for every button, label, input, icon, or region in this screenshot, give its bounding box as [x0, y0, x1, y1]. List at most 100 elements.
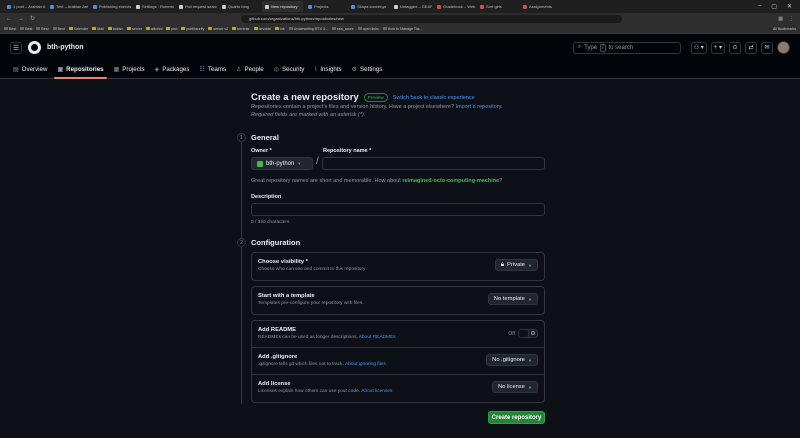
bookmark-icon [4, 27, 8, 30]
tab-label: Untagged – GEAR [400, 4, 432, 9]
section-title-general: General [251, 133, 279, 142]
bookmark-item[interactable]: open links [357, 27, 379, 31]
github-header: ☰ bth-python ⌕ Type / to search ⚇ ▾ + ▾ … [0, 34, 800, 61]
menu-icon[interactable]: ⋮ [789, 16, 794, 22]
bookmark-folder[interactable]: devolde [253, 27, 271, 31]
bookmark-folder[interactable]: Kalender [68, 27, 88, 31]
tab-security[interactable]: ◎ Security [269, 61, 310, 78]
browser-tab[interactable]: Quarto blog [219, 1, 260, 12]
bookmark-folder[interactable]: bokisx [107, 27, 123, 31]
hamburger-menu-icon[interactable]: ☰ [10, 41, 22, 54]
bookmark-item[interactable]: How to Manage Tas... [382, 27, 423, 31]
tab-overview[interactable]: ▤ Overview [8, 61, 52, 78]
readme-toggle[interactable] [518, 329, 538, 338]
tab-label: Skapa konverga [357, 4, 386, 9]
window-controls: – ▢ ✕ [758, 3, 800, 10]
bookmark-folder[interactable]: ink [275, 27, 285, 31]
settings-icon: ⚙ [351, 67, 358, 73]
browser-tab[interactable]: Gradebook – Web [434, 1, 475, 12]
bookmark-folder[interactable]: publiksurify [181, 27, 204, 31]
about-ignoring-files-link[interactable]: About ignoring files [345, 362, 386, 367]
about-licenses-link[interactable]: About licenses [361, 389, 392, 394]
tab-teams[interactable]: ☷ Teams [194, 61, 231, 78]
browser-tab[interactable]: 1 post – Arabian Ant [4, 1, 45, 12]
issues-icon[interactable]: ⊙ [729, 41, 741, 54]
minimize-icon[interactable]: – [758, 3, 761, 10]
browser-tab[interactable]: New repository [262, 1, 303, 12]
required-note: Required fields are marked with an aster… [251, 112, 366, 118]
gitignore-select[interactable]: No .gitignore ▼ [486, 354, 538, 366]
tab-people[interactable]: ♙ People [231, 61, 269, 78]
chevron-down-icon: ▼ [528, 357, 532, 363]
classic-experience-link[interactable]: Switch back to classic experience [393, 95, 475, 101]
license-select[interactable]: No license ▼ [491, 381, 538, 393]
bookmark-item[interactable]: Best [36, 27, 49, 31]
avatar[interactable] [777, 41, 790, 54]
browser-tab[interactable]: Sort girls [477, 1, 518, 12]
search-input[interactable]: ⌕ Type / to search [572, 41, 681, 54]
suggested-name[interactable]: reimagined-octo-computing-machine [402, 178, 499, 184]
extensions-icon[interactable]: ▦ [778, 16, 783, 22]
reload-icon[interactable]: ↻ [30, 15, 35, 22]
tab-settings[interactable]: ⚙ Settings [347, 61, 388, 78]
tab-projects[interactable]: ▦ Projects [109, 61, 150, 78]
owner-select[interactable]: bth-python ▼ [251, 157, 313, 170]
tab-label: Test – Arabian Ant [56, 4, 88, 9]
browser-tab[interactable]: Test – Arabian Ant [47, 1, 88, 12]
about-readmes-link[interactable]: About READMEs [359, 335, 396, 340]
create-new-button[interactable]: + ▾ [710, 41, 725, 54]
url-field[interactable]: github.com/organizations/bth-python/repo… [241, 14, 623, 23]
bookmark-folder[interactable]: alkohol [145, 27, 162, 31]
owner-label: Owner * [251, 148, 272, 154]
bookmark-item[interactable]: raw_score [332, 27, 354, 31]
tab-favicon-icon [93, 4, 97, 9]
inbox-icon[interactable]: ✉ [761, 41, 773, 54]
org-nav: ▤ Overview ▣ Repositories ▦ Projects ◈ Packages… [0, 61, 800, 79]
close-icon[interactable]: ✕ [787, 3, 792, 10]
tab-label: 1 post – Arabian Ant [13, 4, 45, 9]
maximize-icon[interactable]: ▢ [771, 3, 777, 10]
create-repository-button[interactable]: Create repository [488, 411, 545, 424]
bookmark-item[interactable]: Best [20, 27, 32, 31]
description-input[interactable] [251, 203, 545, 216]
all-bookmarks[interactable]: All Bookmarks [773, 27, 796, 31]
template-select[interactable]: No template ▼ [487, 293, 538, 305]
tab-favicon-icon [480, 4, 484, 9]
browser-tab[interactable]: Settings · Roberts [133, 1, 174, 12]
bookmark-item[interactable]: Underwriting RTX 3... [288, 27, 328, 31]
bookmark-folder[interactable]: ped [166, 27, 177, 31]
template-card: Start with a template Templates pre-conf… [251, 286, 545, 315]
bookmark-folder[interactable]: Mail [92, 27, 104, 31]
bookmark-folder[interactable]: server [126, 27, 142, 31]
bookmark-icon [357, 27, 362, 30]
back-icon[interactable]: ← [6, 16, 12, 22]
owner-repo-separator: / [316, 156, 319, 167]
copilot-icon[interactable]: ⚇ ▾ [690, 41, 707, 54]
browser-tab[interactable]: Publishing exercise [90, 1, 131, 12]
browser-tab[interactable]: Untagged – GEAR [391, 1, 432, 12]
tab-label: Projects [314, 4, 329, 9]
import-repository-link[interactable]: Import a repository. [456, 104, 503, 110]
browser-tab[interactable]: Pull request search [176, 1, 217, 12]
browser-tab[interactable]: Projects [305, 1, 346, 12]
browser-tab[interactable]: Assignments [520, 1, 561, 12]
packages-icon: ◈ [154, 67, 160, 73]
bookmark-folder[interactable]: server v2 [208, 27, 228, 31]
security-icon: ◎ [273, 67, 280, 73]
visibility-select[interactable]: 🔒︎ Private ▼ [494, 259, 538, 271]
tab-repositories[interactable]: ▣ Repositories [52, 61, 108, 79]
tab-packages[interactable]: ◈ Packages [150, 61, 195, 78]
browser-tab[interactable]: Skapa konverga [348, 1, 389, 12]
bookmark-icon [52, 27, 57, 30]
pull-requests-icon[interactable]: ⇄ [745, 41, 757, 54]
readme-toggle-label: Off [508, 330, 515, 337]
github-logo-icon[interactable] [28, 41, 41, 54]
repo-name-input[interactable] [322, 157, 545, 170]
tab-insights[interactable]: ⌇ Insights [309, 61, 346, 78]
bookmark-folder[interactable]: torrente [232, 27, 250, 31]
bookmark-item[interactable]: Best [52, 27, 65, 31]
description-label: Description [251, 194, 282, 200]
forward-icon[interactable]: → [18, 16, 24, 22]
org-name[interactable]: bth-python [47, 44, 84, 51]
bookmark-item[interactable]: Best [4, 27, 16, 31]
